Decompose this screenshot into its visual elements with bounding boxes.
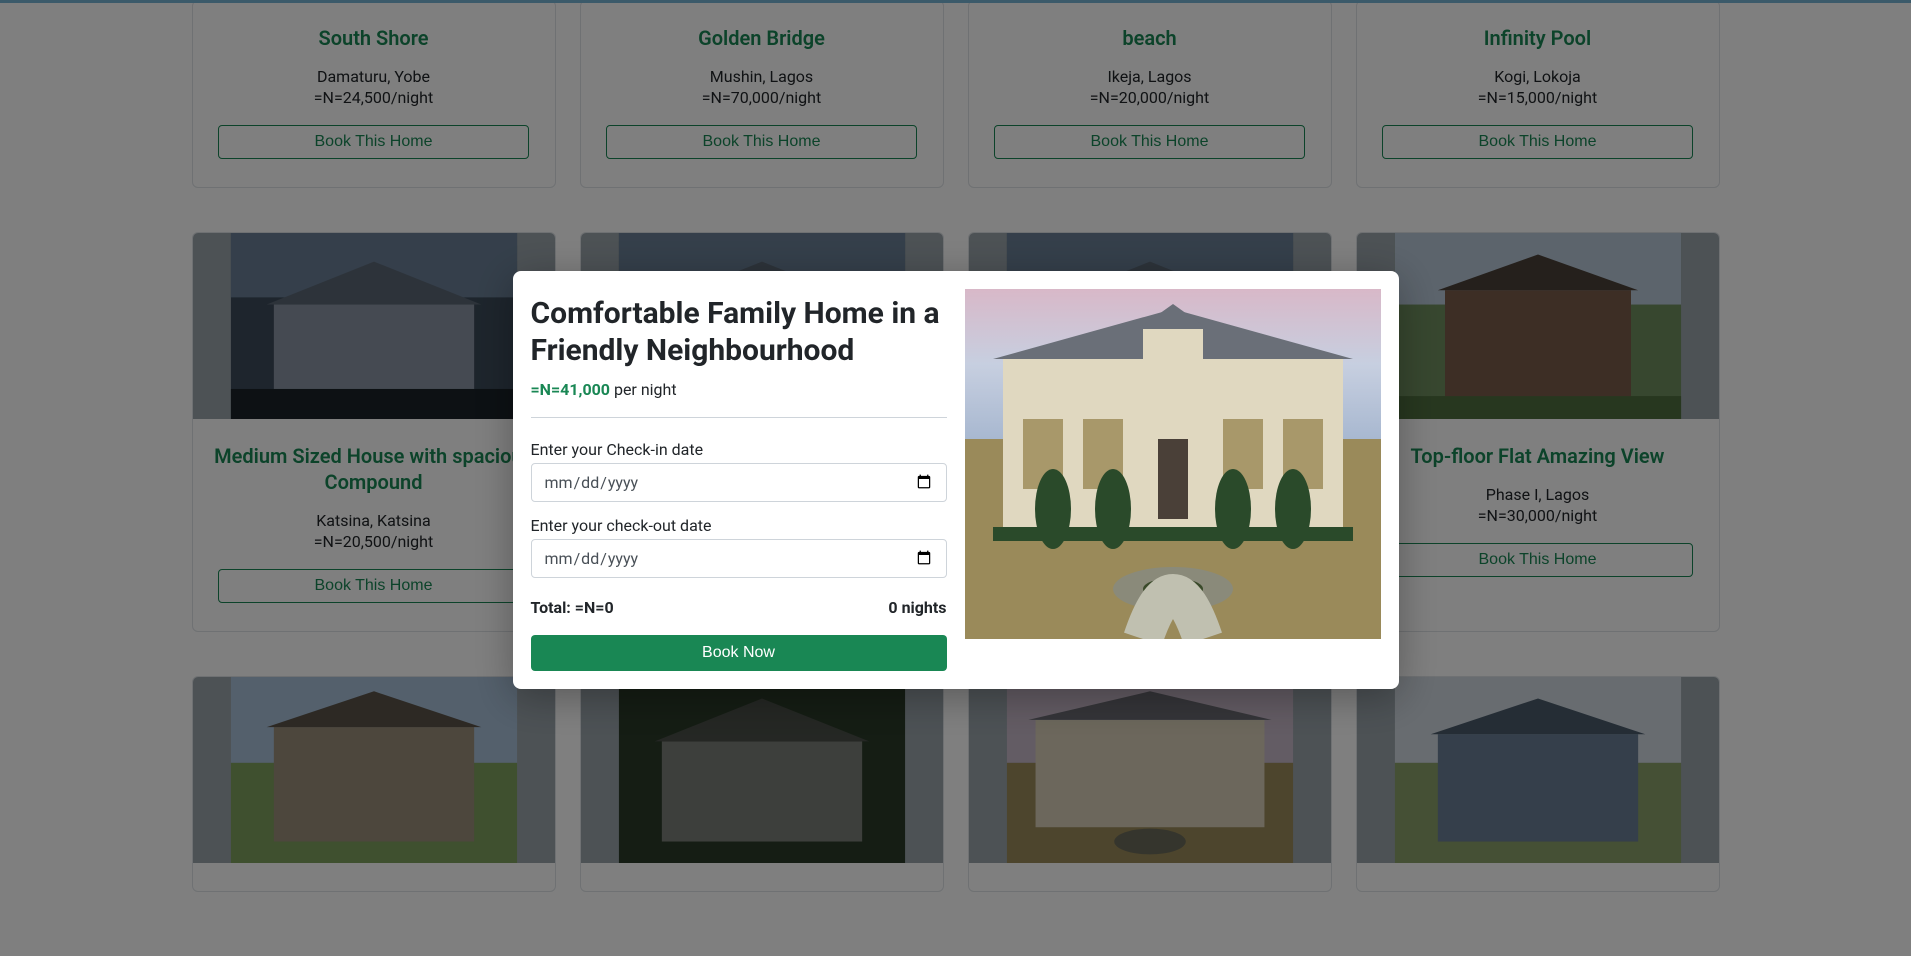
- booking-modal: Comfortable Family Home in a Friendly Ne…: [513, 271, 1399, 689]
- modal-title: Comfortable Family Home in a Friendly Ne…: [531, 295, 947, 370]
- checkout-label: Enter your check-out date: [531, 516, 947, 535]
- modal-price-per: per night: [610, 380, 677, 399]
- booking-modal-overlay[interactable]: Comfortable Family Home in a Friendly Ne…: [0, 0, 1911, 956]
- booking-modal-form: Comfortable Family Home in a Friendly Ne…: [531, 289, 947, 671]
- book-now-button[interactable]: Book Now: [531, 635, 947, 671]
- booking-modal-image-wrap: [965, 289, 1381, 671]
- total-nights: 0 nights: [888, 598, 946, 617]
- total-price: Total: =N=0: [531, 598, 614, 617]
- checkout-input[interactable]: [531, 539, 947, 578]
- modal-price-amount: =N=41,000: [531, 380, 610, 399]
- modal-totals: Total: =N=0 0 nights: [531, 598, 947, 617]
- checkin-label: Enter your Check-in date: [531, 440, 947, 459]
- modal-price: =N=41,000 per night: [531, 380, 947, 418]
- booking-modal-image: [965, 289, 1381, 639]
- checkin-input[interactable]: [531, 463, 947, 502]
